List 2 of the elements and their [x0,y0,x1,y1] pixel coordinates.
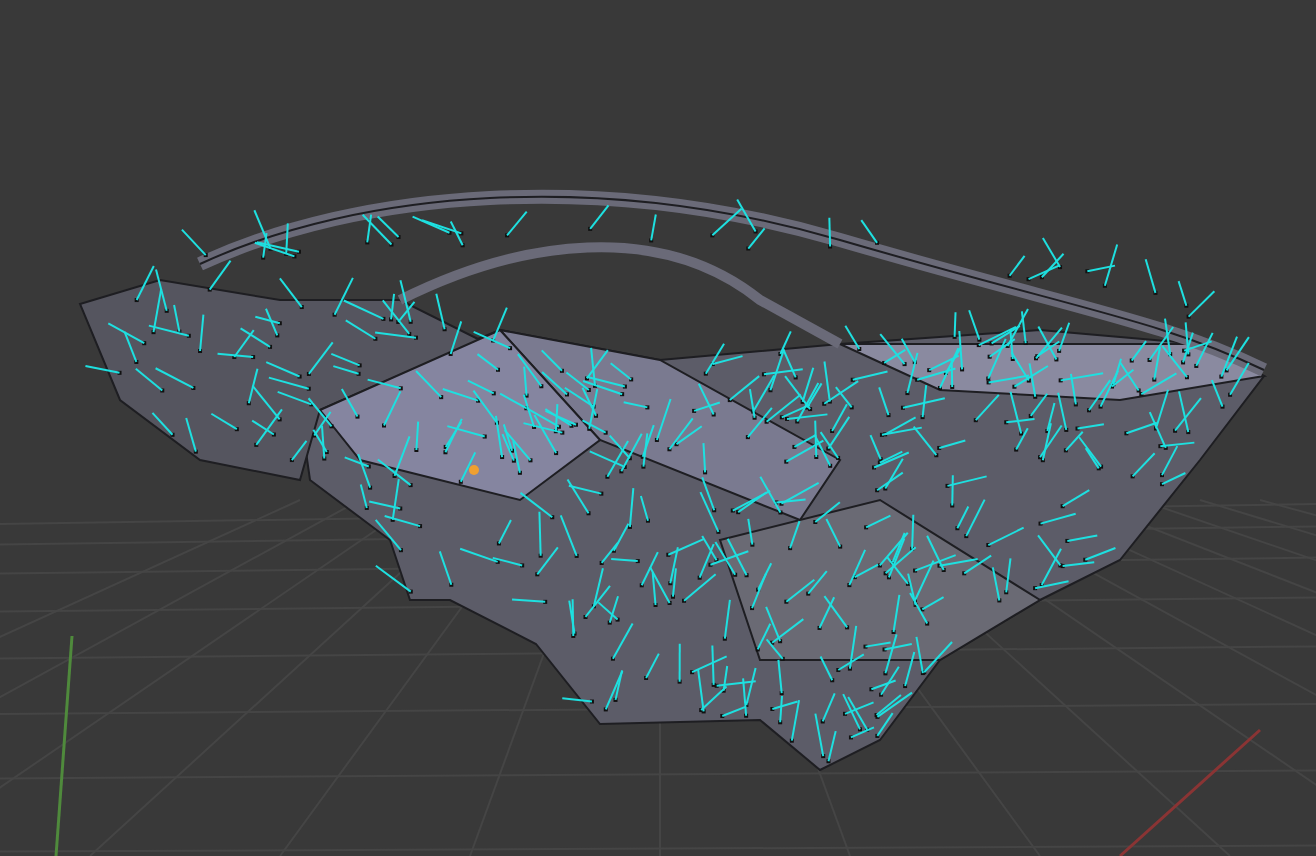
x-axis-line [1119,728,1261,856]
origin-icon [469,465,479,475]
